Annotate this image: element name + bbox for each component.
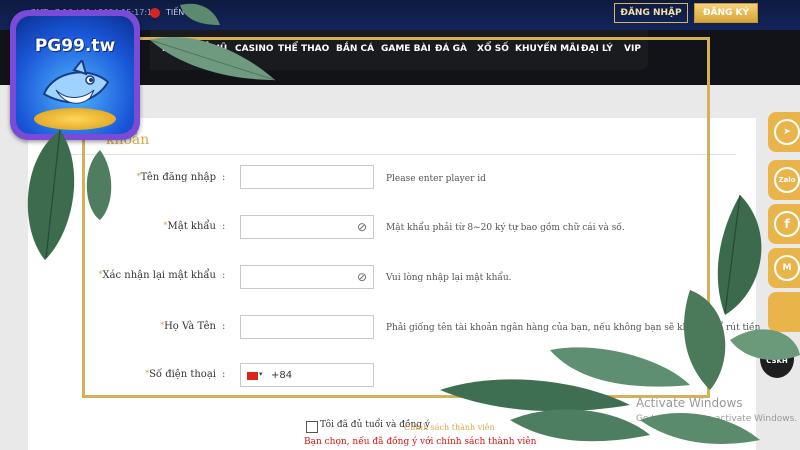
phone-input[interactable]: ▾ +84 — [240, 363, 374, 387]
vietnam-flag-icon[interactable] — [247, 372, 258, 380]
nav-item-ban-ca[interactable]: BẮN CÁ — [336, 44, 374, 54]
agree-checkbox[interactable] — [306, 421, 318, 433]
nav-item-vip[interactable]: VIP — [624, 44, 641, 54]
leaf-decoration-left — [27, 129, 112, 260]
username-hint: Please enter player id — [386, 174, 486, 184]
logo-text: PG99.tw — [34, 36, 116, 56]
confirm-password-label: *Xác nhận lại mật khẩu — [98, 270, 216, 281]
nav-item-xo-so[interactable]: XỔ SỐ — [477, 44, 509, 54]
logo-badge: PG99.tw — [16, 16, 134, 134]
colon: : — [222, 369, 226, 380]
password-input[interactable]: ⊘ — [240, 215, 374, 239]
phone-country-code[interactable]: +84 — [271, 370, 292, 381]
nav-item-khuyen-mai[interactable]: KHUYẾN MÃI — [515, 44, 579, 54]
fullname-input[interactable] — [240, 315, 374, 339]
username-input[interactable] — [240, 165, 374, 189]
colon: : — [222, 270, 226, 281]
nav-item-game-bai[interactable]: GAME BÀI — [381, 44, 431, 54]
telegram-button[interactable]: ➤ — [768, 112, 800, 152]
leaf-decoration-top — [149, 3, 276, 81]
nav-item-da-ga[interactable]: ĐÁ GÀ — [435, 44, 467, 54]
eye-off-icon[interactable]: ⊘ — [357, 220, 367, 234]
colon: : — [222, 221, 226, 232]
login-button[interactable]: ĐĂNG NHẬP — [614, 3, 688, 23]
colon: : — [222, 172, 226, 183]
confirm-password-input[interactable]: ⊘ — [240, 265, 374, 289]
colon: : — [222, 321, 226, 332]
fullname-label: *Họ Và Tên — [160, 321, 216, 332]
eye-off-icon[interactable]: ⊘ — [357, 270, 367, 284]
leaf-decoration-bottom-right — [440, 194, 800, 444]
caret-down-icon[interactable]: ▾ — [259, 370, 263, 378]
title-divider — [70, 154, 736, 155]
telegram-icon: ➤ — [774, 119, 800, 145]
nav-item-dai-ly[interactable]: ĐẠI LÝ — [581, 44, 613, 54]
phone-label: *Số điện thoại — [145, 369, 216, 380]
register-button[interactable]: ĐĂNG KÝ — [694, 3, 758, 23]
